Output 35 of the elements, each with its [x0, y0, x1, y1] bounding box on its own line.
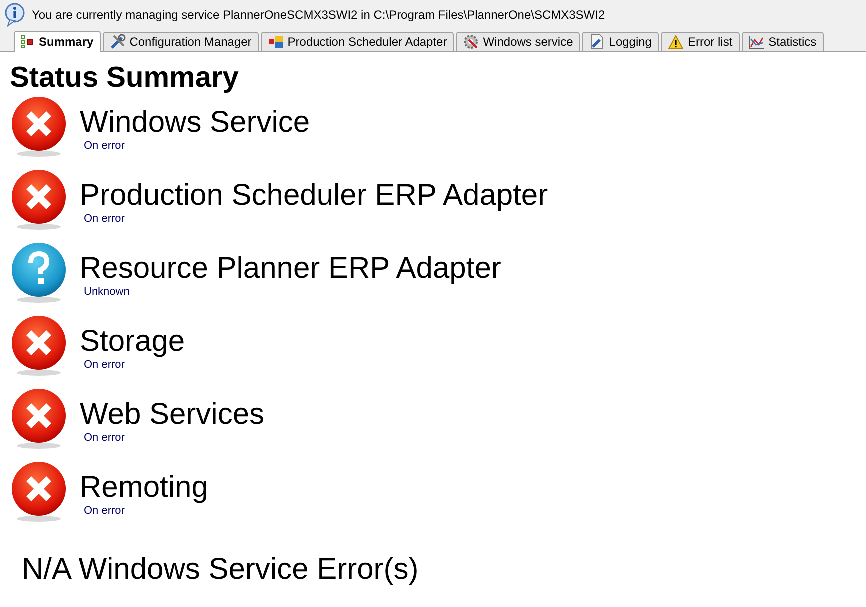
status-text: On error — [83, 140, 126, 153]
status-text: On error — [83, 432, 126, 445]
gear-icon — [463, 34, 480, 50]
error-icon — [10, 169, 68, 231]
error-count-text: N/A Windows Service Error(s) — [21, 552, 420, 588]
status-text: On error — [83, 359, 126, 372]
component-name: Production Scheduler ERP Adapter — [80, 179, 548, 213]
question-icon — [10, 242, 68, 304]
info-message: You are currently managing service PlannerOneSCMX3SWI2 in C:\Program Files\PlannerOne\SCMX3SWI2 — [32, 7, 606, 24]
tree-icon — [21, 35, 35, 49]
tools-icon — [110, 34, 126, 50]
status-text: Unknown — [83, 286, 131, 299]
chart-icon — [748, 34, 765, 50]
component-name: Storage — [80, 325, 186, 359]
error-icon — [10, 461, 68, 523]
error-icon — [10, 388, 68, 450]
section-heading: Status Summary — [10, 61, 240, 96]
component-name: Remoting — [80, 471, 208, 505]
status-text: On error — [83, 505, 126, 518]
error-icon — [10, 96, 68, 158]
status-text: On error — [83, 213, 126, 226]
component-name: Resource Planner ERP Adapter — [80, 252, 502, 286]
tab[interactable]: Summary — [14, 31, 101, 52]
tab[interactable]: Windows service — [456, 32, 580, 51]
info-icon — [4, 3, 26, 27]
component-name: Windows Service — [80, 106, 310, 140]
tab[interactable]: Error list — [660, 32, 740, 51]
component-name: Web Services — [80, 398, 265, 432]
tab[interactable]: Configuration Manager — [102, 32, 259, 51]
blocks-icon — [268, 35, 284, 49]
error-icon — [10, 315, 68, 377]
tab[interactable]: Logging — [582, 32, 659, 51]
tab[interactable]: Statistics — [742, 32, 824, 51]
warning-icon — [668, 34, 684, 50]
tab[interactable]: Production Scheduler Adapter — [260, 32, 454, 51]
